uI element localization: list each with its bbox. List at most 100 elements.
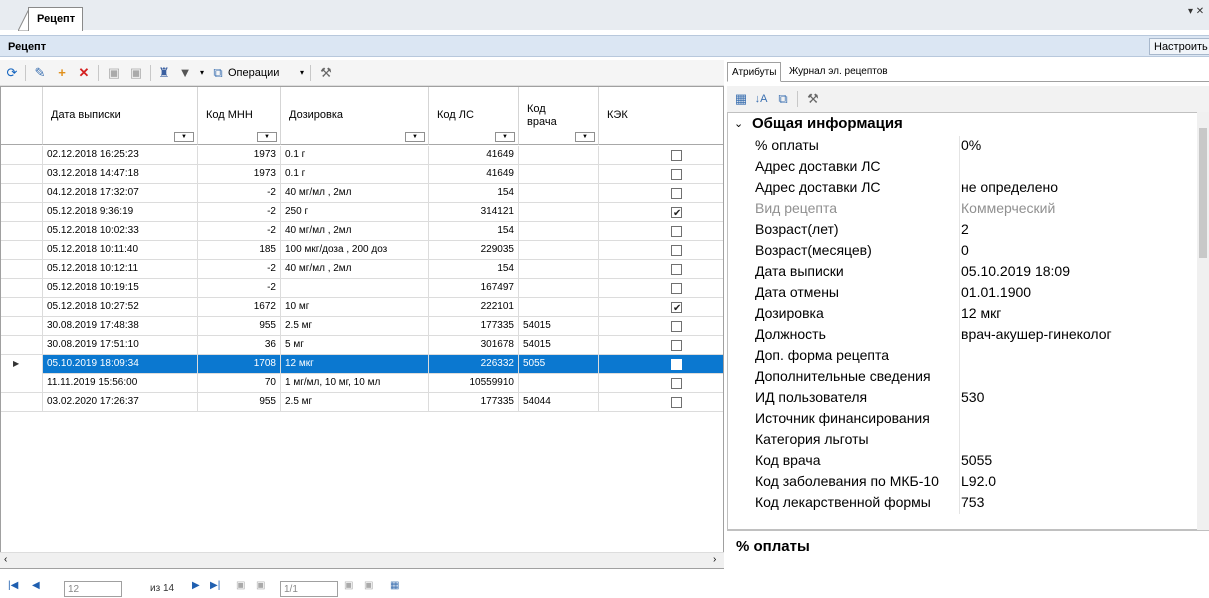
table-cell-mnn[interactable]: 1708 bbox=[198, 355, 281, 374]
table-cell-dose[interactable]: 0.1 г bbox=[281, 146, 429, 165]
property-row[interactable]: ИД пользователя 530 bbox=[728, 388, 1198, 409]
property-value[interactable]: L92.0 bbox=[961, 473, 1198, 489]
table-cell-date[interactable]: 30.08.2019 17:51:10 bbox=[43, 336, 198, 355]
property-tools-icon[interactable]: ⚒ bbox=[803, 89, 823, 109]
save-icon[interactable]: ▣ bbox=[104, 63, 124, 83]
row-indicator[interactable] bbox=[1, 241, 43, 260]
table-cell-dose[interactable]: 12 мкг bbox=[281, 355, 429, 374]
customize-button[interactable]: Настроить bbox=[1149, 38, 1209, 55]
table-cell-doctor[interactable] bbox=[519, 146, 599, 165]
table-cell-mnn[interactable]: 70 bbox=[198, 374, 281, 393]
row-indicator[interactable] bbox=[1, 279, 43, 298]
scrollbar-thumb[interactable] bbox=[1199, 128, 1207, 258]
table-cell-mnn[interactable]: 185 bbox=[198, 241, 281, 260]
table-cell-doctor[interactable] bbox=[519, 165, 599, 184]
row-indicator[interactable] bbox=[1, 260, 43, 279]
table-cell-date[interactable]: 05.12.2018 10:27:52 bbox=[43, 298, 198, 317]
property-row[interactable]: Доп. форма рецепта bbox=[728, 346, 1198, 367]
column-header-doctor[interactable]: Код врача ▼ bbox=[519, 87, 599, 145]
save-all-icon[interactable]: ▣ bbox=[126, 63, 146, 83]
kek-checkbox[interactable] bbox=[671, 321, 682, 332]
find-icon[interactable]: ♜ bbox=[154, 63, 174, 83]
row-indicator[interactable] bbox=[1, 317, 43, 336]
property-row[interactable]: Должность врач-акушер-гинеколог bbox=[728, 325, 1198, 346]
page-input[interactable] bbox=[280, 581, 338, 597]
table-cell-doctor[interactable]: 54015 bbox=[519, 336, 599, 355]
property-row[interactable]: Возраст(лет) 2 bbox=[728, 220, 1198, 241]
column-filter-dropdown-icon[interactable]: ▼ bbox=[405, 132, 425, 142]
column-header-mnn[interactable]: Код МНН ▼ bbox=[198, 87, 281, 145]
table-cell-doctor[interactable]: 5055 bbox=[519, 355, 599, 374]
row-indicator[interactable] bbox=[1, 165, 43, 184]
table-cell-dose[interactable]: 40 мг/мл , 2мл bbox=[281, 184, 429, 203]
prev-record-icon[interactable]: ◀ bbox=[32, 580, 40, 591]
table-cell-mnn[interactable]: 1973 bbox=[198, 165, 281, 184]
table-cell-doctor[interactable] bbox=[519, 203, 599, 222]
table-cell-date[interactable]: 11.11.2019 15:56:00 bbox=[43, 374, 198, 393]
chevron-down-icon[interactable]: ⌄ bbox=[734, 117, 743, 130]
table-cell-mnn[interactable]: 1672 bbox=[198, 298, 281, 317]
prev-page-icon[interactable]: ▣ bbox=[236, 580, 245, 591]
table-row[interactable]: ▶ 05.10.2019 18:09:34 1708 12 мкг 226332 5055 bbox=[1, 355, 723, 374]
table-row[interactable]: 05.12.2018 10:19:15 -2 167497 bbox=[1, 279, 723, 298]
property-row[interactable]: Адрес доставки ЛС не определено bbox=[728, 178, 1198, 199]
table-cell-dose[interactable]: 250 г bbox=[281, 203, 429, 222]
table-cell-mnn[interactable]: -2 bbox=[198, 203, 281, 222]
category-general-info[interactable]: ⌄ Общая информация bbox=[728, 113, 1198, 135]
table-row[interactable]: 11.11.2019 15:56:00 70 1 мг/мл, 10 мг, 10 … bbox=[1, 374, 723, 393]
table-cell-ls[interactable]: 229035 bbox=[429, 241, 519, 260]
property-row[interactable]: Вид рецепта Коммерческий bbox=[728, 199, 1198, 220]
sort-alphabetical-icon[interactable]: ↓A bbox=[751, 89, 771, 109]
table-cell-doctor[interactable] bbox=[519, 279, 599, 298]
column-header-date[interactable]: Дата выписки ▼ bbox=[43, 87, 198, 145]
table-row[interactable]: 30.08.2019 17:48:38 955 2.5 мг 177335 54015 bbox=[1, 317, 723, 336]
kek-checkbox[interactable] bbox=[671, 359, 682, 370]
property-row[interactable]: Источник финансирования bbox=[728, 409, 1198, 430]
table-cell-mnn[interactable]: 1973 bbox=[198, 146, 281, 165]
table-cell-ls[interactable]: 10559910 bbox=[429, 374, 519, 393]
table-row[interactable]: 05.12.2018 10:11:40 185 100 мкг/доза , 200… bbox=[1, 241, 723, 260]
property-value[interactable]: Коммерческий bbox=[961, 200, 1198, 216]
table-cell-date[interactable]: 30.08.2019 17:48:38 bbox=[43, 317, 198, 336]
property-row[interactable]: Адрес доставки ЛС bbox=[728, 157, 1198, 178]
table-cell-ls[interactable]: 226332 bbox=[429, 355, 519, 374]
table-cell-date[interactable]: 05.12.2018 10:11:40 bbox=[43, 241, 198, 260]
column-filter-dropdown-icon[interactable]: ▼ bbox=[495, 132, 515, 142]
property-pages-icon[interactable]: ⧉ bbox=[773, 89, 793, 109]
row-indicator[interactable] bbox=[1, 374, 43, 393]
table-cell-date[interactable]: 04.12.2018 17:32:07 bbox=[43, 184, 198, 203]
kek-checkbox[interactable] bbox=[671, 226, 682, 237]
grid-layout-icon[interactable]: ▦ bbox=[390, 580, 399, 591]
table-cell-dose[interactable]: 100 мкг/доза , 200 доз bbox=[281, 241, 429, 260]
table-cell-doctor[interactable] bbox=[519, 374, 599, 393]
table-cell-ls[interactable]: 314121 bbox=[429, 203, 519, 222]
table-cell-mnn[interactable]: 36 bbox=[198, 336, 281, 355]
table-cell-dose[interactable]: 2.5 мг bbox=[281, 317, 429, 336]
property-value[interactable]: 2 bbox=[961, 221, 1198, 237]
row-indicator[interactable] bbox=[1, 393, 43, 412]
column-filter-dropdown-icon[interactable]: ▼ bbox=[174, 132, 194, 142]
property-value[interactable]: врач-акушер-гинеколог bbox=[961, 326, 1198, 342]
operations-dropdown-icon[interactable]: ▾ bbox=[292, 63, 312, 83]
horizontal-scrollbar[interactable]: ‹ › bbox=[0, 552, 724, 568]
kek-checkbox[interactable] bbox=[671, 340, 682, 351]
table-cell-dose[interactable]: 40 мг/мл , 2мл bbox=[281, 260, 429, 279]
table-cell-date[interactable]: 02.12.2018 16:25:23 bbox=[43, 146, 198, 165]
column-filter-dropdown-icon[interactable]: ▼ bbox=[575, 132, 595, 142]
scroll-left-icon[interactable]: ‹ bbox=[4, 554, 7, 565]
first-record-icon[interactable]: |◀ bbox=[8, 580, 18, 591]
table-cell-date[interactable]: 05.12.2018 9:36:19 bbox=[43, 203, 198, 222]
column-header-kek[interactable]: КЭК bbox=[599, 87, 723, 145]
table-row[interactable]: 05.12.2018 10:27:52 1672 10 мг 222101 bbox=[1, 298, 723, 317]
kek-checkbox[interactable] bbox=[671, 378, 682, 389]
settings-tools-icon[interactable]: ⚒ bbox=[316, 63, 336, 83]
operations-menu[interactable]: Операции bbox=[228, 67, 279, 79]
table-cell-date[interactable]: 03.02.2020 17:26:37 bbox=[43, 393, 198, 412]
table-cell-ls[interactable]: 154 bbox=[429, 222, 519, 241]
property-row[interactable]: Дата отмены 01.01.1900 bbox=[728, 283, 1198, 304]
table-cell-dose[interactable]: 2.5 мг bbox=[281, 393, 429, 412]
table-cell-mnn[interactable]: 955 bbox=[198, 317, 281, 336]
table-cell-doctor[interactable] bbox=[519, 222, 599, 241]
kek-checkbox[interactable] bbox=[671, 300, 682, 317]
row-indicator[interactable] bbox=[1, 336, 43, 355]
